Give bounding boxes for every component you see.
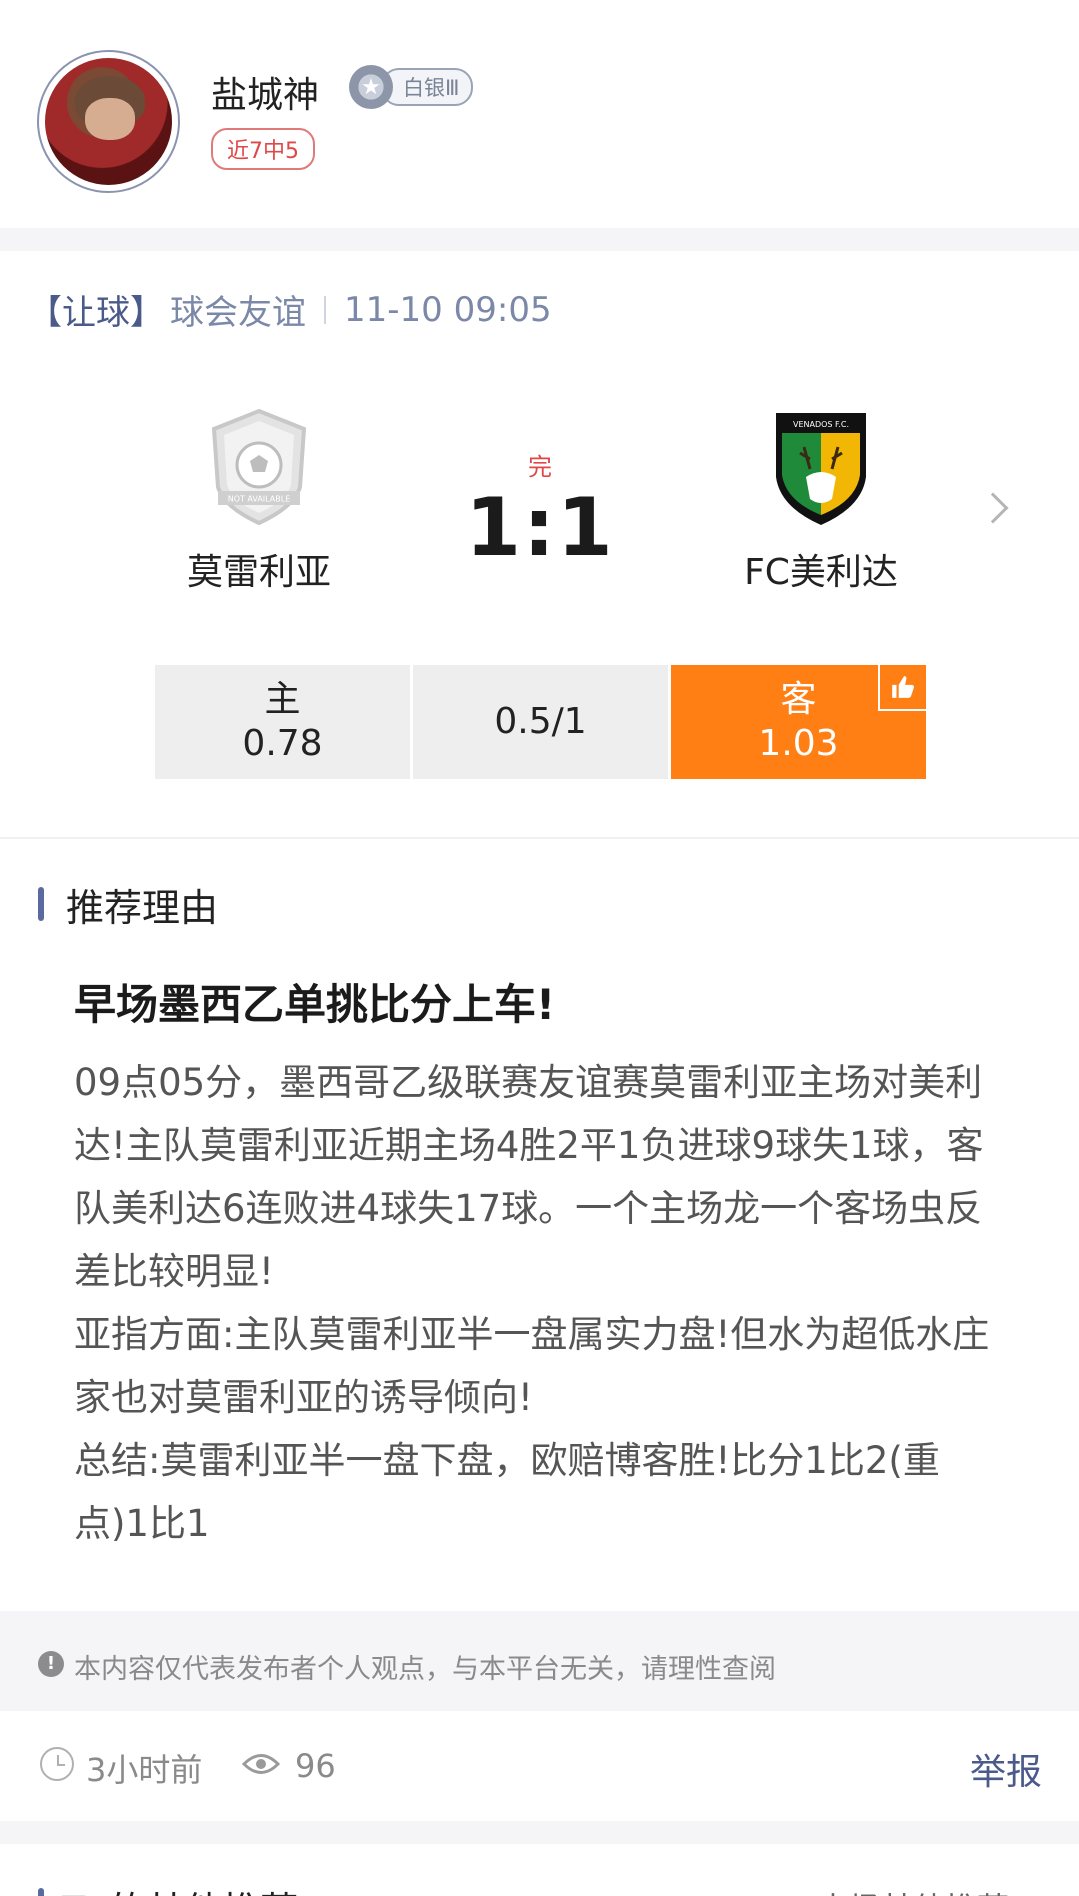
rank-label: 白银Ⅲ [381, 68, 474, 106]
clock-icon [40, 1747, 74, 1781]
league-name: 球会友谊 [170, 293, 306, 333]
match-card[interactable]: 【让球】 球会友谊 11-10 09:05 NOT AVAILABLE 莫雷利亚… [0, 251, 1079, 839]
warning-icon: ! [38, 1651, 64, 1677]
match-score: 1:1 [465, 481, 615, 574]
thumbs-up-icon [878, 665, 926, 711]
author-name[interactable]: 盐城神 [211, 66, 319, 118]
odds-home-value: 0.78 [242, 723, 323, 764]
reason-section: 推荐理由 早场墨西乙单挑比分上车! 09点05分，墨西哥乙级联赛友谊赛莫雷利亚主… [0, 839, 1079, 1611]
section-accent-bar [38, 1888, 44, 1896]
away-team-logo-icon: VENADOS F.C. [776, 413, 866, 525]
bet-type: 【让球】 [28, 293, 164, 333]
away-team[interactable]: VENADOS F.C. FC美利达 [701, 407, 941, 595]
match-meta: 【让球】 球会友谊 11-10 09:05 [28, 285, 552, 334]
home-team[interactable]: NOT AVAILABLE 莫雷利亚 [139, 407, 379, 595]
away-logo-text: VENADOS F.C. [793, 420, 849, 429]
away-team-name: FC美利达 [744, 552, 898, 593]
author-card[interactable]: 盐城神 ★ 白银Ⅲ 近7中5 [0, 0, 1079, 228]
others-link[interactable]: 本场其他推荐 [817, 1884, 1009, 1896]
chevron-right-icon[interactable] [977, 492, 1009, 524]
odds-row: 主 0.78 0.5/1 客 1.03 [155, 665, 926, 779]
meta-divider [324, 295, 326, 324]
rank-star-icon: ★ [349, 65, 393, 109]
avatar-image [45, 58, 172, 185]
home-team-logo-icon: NOT AVAILABLE [211, 408, 307, 526]
avatar[interactable] [37, 50, 180, 193]
post-meta-bar: 3小时前 96 举报 [0, 1711, 1079, 1821]
reason-paragraph: 09点05分，墨西哥乙级联赛友谊赛莫雷利亚主场对美利达!主队莫雷利亚近期主场4胜… [74, 1061, 984, 1293]
odds-handicap-value: 0.5/1 [494, 701, 587, 742]
odds-away-value: 1.03 [758, 723, 839, 764]
section-accent-bar [38, 887, 44, 921]
odds-away-label: 客 [780, 679, 817, 720]
post-time: 3小时前 [86, 1751, 203, 1789]
eye-icon [242, 1754, 280, 1774]
odds-home[interactable]: 主 0.78 [155, 665, 410, 779]
other-recommendations: TA的其他推荐 本场其他推荐 [0, 1844, 1079, 1896]
match-datetime: 11-10 09:05 [344, 289, 552, 330]
others-title: TA的其他推荐 [62, 1880, 298, 1896]
disclaimer-bar: ! 本内容仅代表发布者个人观点，与本平台无关，请理性查阅 [0, 1611, 1079, 1711]
rank-badge: ★ 白银Ⅲ [349, 65, 474, 109]
reason-paragraph: 总结:莫雷利亚半一盘下盘，欧赔博客胜!比分1比2(重点)1比1 [74, 1439, 940, 1545]
odds-home-label: 主 [264, 679, 301, 720]
section-title: 推荐理由 [66, 886, 219, 930]
disclaimer-text: 本内容仅代表发布者个人观点，与本平台无关，请理性查阅 [74, 1654, 776, 1685]
home-team-name: 莫雷利亚 [186, 552, 331, 593]
report-link[interactable]: 举报 [970, 1743, 1042, 1795]
odds-away[interactable]: 客 1.03 [671, 665, 926, 779]
odds-handicap[interactable]: 0.5/1 [413, 665, 668, 779]
streak-badge: 近7中5 [211, 128, 315, 170]
reason-headline: 早场墨西乙单挑比分上车! [74, 980, 556, 1029]
match-status: 完 [528, 453, 552, 481]
reason-body: 09点05分，墨西哥乙级联赛友谊赛莫雷利亚主场对美利达!主队莫雷利亚近期主场4胜… [74, 1051, 1004, 1555]
home-logo-text: NOT AVAILABLE [228, 495, 291, 504]
reason-paragraph: 亚指方面:主队莫雷利亚半一盘属实力盘!但水为超低水庄家也对莫雷利亚的诱导倾向! [74, 1313, 990, 1419]
view-count: 96 [295, 1747, 336, 1785]
